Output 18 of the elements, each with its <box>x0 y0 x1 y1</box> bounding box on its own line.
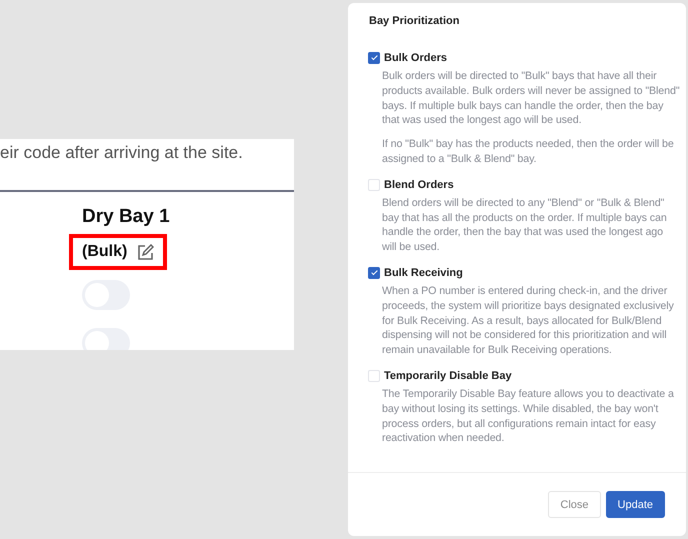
modal-title: Bay Prioritization <box>368 14 460 29</box>
option-label: Blend Orders <box>384 178 454 191</box>
close-button[interactable]: Close <box>548 491 601 518</box>
checkbox[interactable] <box>368 266 380 279</box>
option-label: Bulk Orders <box>384 52 447 64</box>
edit-icon[interactable] <box>137 244 154 260</box>
update-button[interactable]: Update <box>606 491 665 518</box>
option-label: Bulk Receiving <box>384 266 463 279</box>
option-description: The Temporarily Disable Bay feature allows you to deactivate a bay without losing its settings. While disabled, the bay won't process orders, but all configurations remain intact for easy reactivation when needed. <box>382 386 675 446</box>
option-label: Temporarily Disable Bay <box>384 370 512 382</box>
option-description: Blend orders will be directed to any "Blend" or "Bulk & Blend" bay that has all the products on the order. If multiple bays can handle the order, then the bay that was used the longest ago will be used. <box>382 196 668 255</box>
bay-name: Dry Bay 1 <box>82 206 170 228</box>
instruction-text: eir code after arriving at the site. <box>0 142 244 164</box>
option-description: Bulk orders will be directed to "Bulk" bays that have all their products available. Bulk orders will never be assigned to "Blend" bays. If multiple bulk bays can handle the order, then the bay that was used the longest ago will be used. <box>382 69 680 128</box>
checkbox[interactable] <box>368 52 380 64</box>
option-description: If no "Bulk" bay has the products needed, then the order will be assigned to a "Bulk & Blend" bay. <box>382 137 675 167</box>
option-description: When a PO number is entered during check-in, and the driver proceeds, the system will prioritize bays designated exclusively for Bulk Receiving. As a result, bays allocated for Bulk/Blend dispensing will not be considered for this prioritization and will remain unavailable for Bulk Receiving operations. <box>382 284 675 358</box>
bay-type-label: (Bulk) <box>82 243 128 261</box>
